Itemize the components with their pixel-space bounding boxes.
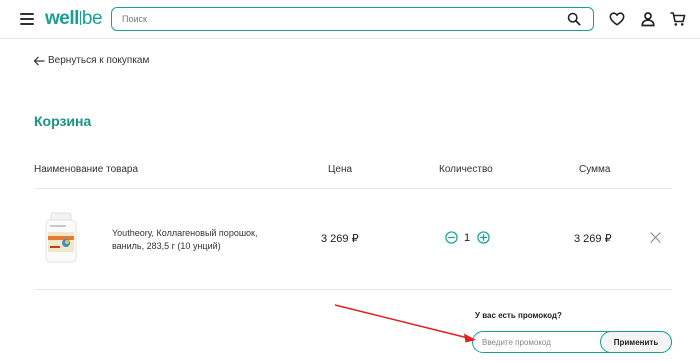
table-divider (34, 188, 672, 189)
search-icon[interactable] (567, 12, 581, 26)
product-image[interactable] (37, 210, 85, 265)
product-sum: 3 269 ₽ (574, 233, 612, 245)
column-header-quantity: Количество (439, 164, 493, 175)
column-header-price: Цена (328, 164, 353, 175)
heart-icon[interactable] (609, 11, 625, 27)
user-icon[interactable] (640, 11, 656, 27)
column-header-name: Наименование товара (34, 164, 139, 175)
column-header-sum: Сумма (579, 164, 611, 175)
minus-icon[interactable] (445, 231, 458, 244)
quantity-value[interactable]: 1 (462, 232, 472, 244)
menu-icon[interactable] (20, 13, 34, 25)
apply-promo-button[interactable]: Применить (600, 331, 672, 353)
plus-icon[interactable] (477, 231, 490, 244)
promo-question: У вас есть промокод? (475, 311, 562, 320)
logo-text-well: well (45, 8, 79, 29)
product-name[interactable]: Youtheory, Коллагеновый порошок, ваниль,… (112, 227, 262, 253)
search-input[interactable] (122, 11, 542, 27)
promo-code-input[interactable] (482, 336, 592, 349)
logo[interactable]: well be (45, 8, 103, 30)
close-icon[interactable] (650, 232, 661, 243)
cart-icon[interactable] (670, 11, 686, 27)
back-to-shopping-link[interactable]: Вернуться к покупкам (33, 55, 149, 66)
table-divider (34, 289, 672, 290)
logo-text-be: be (81, 8, 103, 29)
search-box (111, 7, 594, 31)
back-label: Вернуться к покупкам (48, 55, 150, 66)
page-title: Корзина (34, 113, 92, 129)
promo-code-box: Применить (472, 331, 672, 353)
product-price: 3 269 ₽ (321, 233, 359, 245)
arrow-left-icon (33, 56, 45, 65)
site-header: well be (0, 0, 700, 39)
